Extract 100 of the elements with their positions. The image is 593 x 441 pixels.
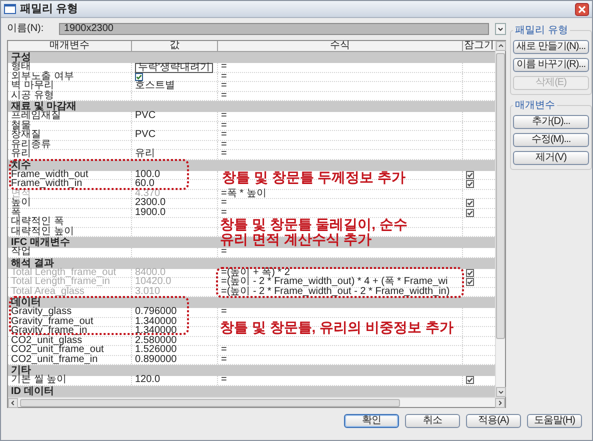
group-header[interactable]: IFC 매개변수 bbox=[11, 237, 70, 248]
value-cell: 120.0 bbox=[132, 376, 218, 384]
parameter-cell: 철물 bbox=[8, 122, 132, 130]
parameter-cell: 폭 bbox=[8, 208, 132, 217]
formula-cell: = bbox=[218, 122, 463, 130]
column-header[interactable]: 잠그기 bbox=[463, 41, 495, 51]
value-cell: PVC bbox=[132, 131, 218, 140]
value-cell: 2300.0 bbox=[132, 199, 218, 208]
name-dropdown[interactable]: 1900x2300 bbox=[59, 22, 489, 34]
parameter-cell: CO2_unit_frame_in bbox=[8, 356, 132, 364]
group-header[interactable]: 데이터 bbox=[11, 297, 41, 308]
side-button[interactable]: 제거(V) bbox=[513, 151, 589, 165]
group-header[interactable]: 해석 결과 bbox=[11, 258, 54, 268]
scroll-thumb[interactable] bbox=[20, 398, 400, 406]
checkbox[interactable] bbox=[466, 376, 474, 384]
formula-cell: = bbox=[218, 112, 463, 120]
group-header[interactable]: 치수 bbox=[11, 160, 31, 170]
horizontal-scrollbar[interactable] bbox=[8, 396, 505, 406]
group-header[interactable]: ID 데이터 bbox=[11, 386, 54, 396]
parameter-cell: Gravity_frame_out bbox=[8, 318, 132, 326]
window-icon bbox=[4, 4, 16, 14]
value-cell: 호스트별 bbox=[132, 82, 218, 90]
formula-cell: = bbox=[218, 208, 463, 217]
formula-cell: = bbox=[218, 63, 463, 72]
formula-cell: = bbox=[218, 199, 463, 208]
scroll-thumb[interactable] bbox=[496, 53, 505, 339]
parameter-cell: 창재질 bbox=[8, 131, 132, 140]
parameter-cell: 유리 bbox=[8, 150, 132, 158]
formula-cell: =폭 * 높이 bbox=[218, 190, 463, 198]
column-header[interactable]: 값 bbox=[132, 41, 218, 51]
parameter-cell: Gravity_frame_in bbox=[8, 327, 132, 336]
value-cell: 유리 bbox=[132, 150, 218, 158]
dialog-button[interactable]: 도움말(H) bbox=[527, 414, 582, 428]
parameter-cell: 기본 씰 높이 bbox=[8, 376, 132, 384]
parameter-cell: Total Area_glass bbox=[8, 288, 132, 296]
formula-cell: =(높이 - 2 * Frame_width_out) * 4 + (폭 * Frame_wi bbox=[218, 278, 463, 286]
parameter-cell: 유리종류 bbox=[8, 140, 132, 149]
parameter-cell: Total Length_frame_out bbox=[8, 268, 132, 277]
dialog-button[interactable]: 적용(A) bbox=[466, 414, 521, 428]
scroll-down-icon[interactable] bbox=[496, 386, 506, 396]
formula-cell: = bbox=[218, 92, 463, 100]
side-button[interactable]: 수정(M)... bbox=[513, 133, 589, 147]
checkbox[interactable] bbox=[466, 180, 474, 188]
dialog-button[interactable]: 취소 bbox=[405, 414, 460, 428]
formula-cell: = bbox=[218, 72, 463, 81]
parameter-cell: 시공 유형 bbox=[8, 92, 132, 100]
formula-cell: = bbox=[218, 308, 463, 316]
scroll-left-icon[interactable] bbox=[8, 398, 18, 408]
value-cell: PVC bbox=[132, 112, 218, 120]
group-header[interactable]: 재료 및 마감재 bbox=[11, 101, 77, 112]
scroll-right-icon[interactable] bbox=[495, 398, 505, 408]
annotation-text: 창틀 및 창문틀 둘레길이, 순수 유리 면적 계산수식 추가 bbox=[220, 217, 408, 247]
group-header[interactable]: 기타 bbox=[11, 365, 31, 376]
formula-cell: = bbox=[218, 140, 463, 149]
checkbox[interactable] bbox=[135, 72, 143, 80]
formula-cell: = bbox=[218, 82, 463, 90]
dialog-button[interactable]: 확인 bbox=[344, 414, 399, 428]
value-cell: 10420.0 bbox=[132, 278, 218, 286]
group-header[interactable]: 구성 bbox=[11, 52, 31, 63]
group-title: 패밀리 유형 bbox=[513, 25, 570, 36]
parameter-cell: Gravity_glass bbox=[8, 308, 132, 316]
parameter-cell: Frame_width_out bbox=[8, 170, 132, 179]
scroll-up-icon[interactable] bbox=[496, 41, 506, 51]
side-button[interactable]: 이름 바꾸기(R)... bbox=[513, 58, 589, 72]
annotation-text: 창틀 및 창문틀 두께정보 추가 bbox=[222, 170, 406, 185]
group-title: 매개변수 bbox=[513, 100, 557, 111]
vertical-scrollbar[interactable] bbox=[495, 41, 505, 396]
value-cell: 1.526000 bbox=[132, 346, 218, 354]
close-icon[interactable] bbox=[575, 2, 589, 16]
checkbox[interactable] bbox=[466, 208, 474, 216]
value-cell: 1.340000 bbox=[132, 327, 218, 336]
parameter-cell: 높이 bbox=[8, 199, 132, 208]
value-cell: 100.0 bbox=[132, 170, 218, 179]
window-title: 패밀리 유형 bbox=[20, 3, 78, 15]
value-cell: 60.0 bbox=[132, 180, 218, 188]
parameter-cell: 대략적인 높이 bbox=[8, 228, 132, 236]
value-cell: 1900.0 bbox=[132, 208, 218, 217]
formula-cell: = bbox=[218, 131, 463, 140]
value-cell: 8400.0 bbox=[132, 268, 218, 277]
side-button[interactable]: 새로 만들기(N)... bbox=[513, 40, 589, 54]
parameter-cell: 외부노출 여부 bbox=[8, 72, 132, 81]
parameter-cell: 대략적인 폭 bbox=[8, 218, 132, 226]
formula-cell: = bbox=[218, 346, 463, 354]
checkbox[interactable] bbox=[466, 170, 474, 178]
parameter-cell: Total Length_frame_in bbox=[8, 278, 132, 286]
parameter-cell: 작업 bbox=[8, 248, 132, 256]
parameter-cell: 벽 마무리 bbox=[8, 82, 132, 90]
formula-cell: = bbox=[218, 150, 463, 158]
formula-cell: =(높이 - 2 * Frame_width_out - 2 * Frame_width_in) bbox=[218, 288, 463, 296]
side-button[interactable]: 추가(D)... bbox=[513, 115, 589, 129]
parameter-cell: CO2_unit_frame_out bbox=[8, 346, 132, 354]
parameter-cell: 프레임재질 bbox=[8, 112, 132, 120]
value-cell: 2.580000 bbox=[132, 336, 218, 345]
checkbox[interactable] bbox=[466, 199, 474, 207]
value-cell: 0.890000 bbox=[132, 356, 218, 364]
value-cell: 3.010 bbox=[132, 288, 218, 296]
formula-cell: = bbox=[218, 248, 463, 256]
parameter-cell: Frame_width_in bbox=[8, 180, 132, 188]
formula-cell: = bbox=[218, 356, 463, 364]
value-field[interactable]: 누락'생략내려기 bbox=[135, 62, 213, 72]
